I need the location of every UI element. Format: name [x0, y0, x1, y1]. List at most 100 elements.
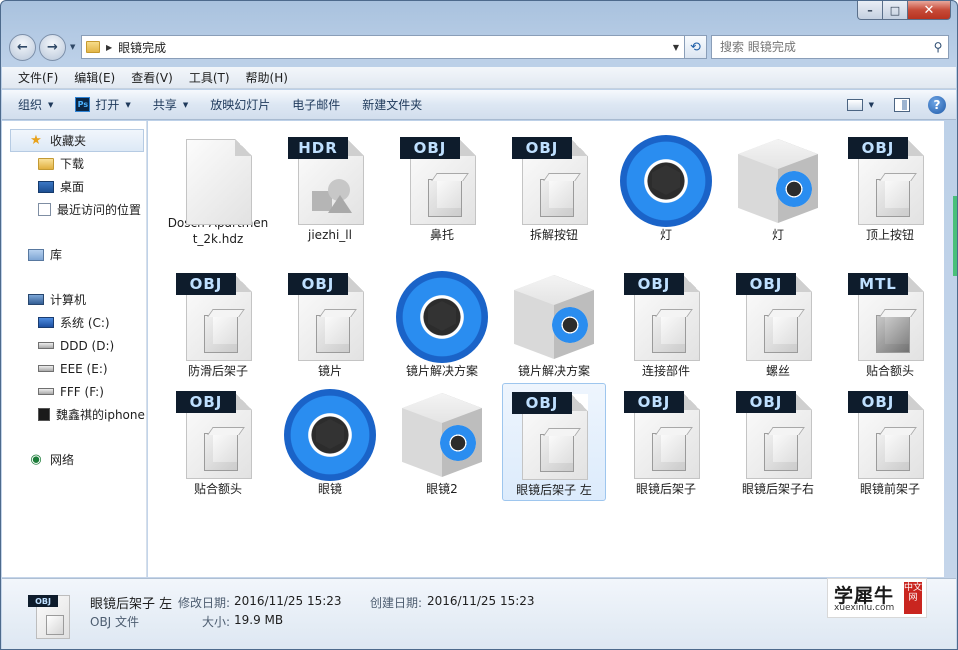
file-item[interactable]: 眼镜2: [390, 383, 494, 501]
sidebar-item-drive-d[interactable]: DDD (D:): [2, 334, 146, 357]
file-item[interactable]: OBJ 螺丝: [726, 265, 830, 383]
refresh-button[interactable]: ⟲: [685, 35, 707, 59]
file-name: 眼镜后架子: [635, 482, 696, 496]
file-name: 眼镜2: [426, 482, 458, 496]
file-item[interactable]: OBJ 眼镜后架子 左: [502, 383, 606, 501]
file-type-badge: OBJ: [624, 391, 684, 413]
sidebar-item-recent[interactable]: 最近访问的位置: [2, 198, 146, 221]
file-item[interactable]: 灯: [726, 129, 830, 247]
help-icon[interactable]: ?: [928, 96, 946, 114]
file-item[interactable]: 灯: [614, 129, 718, 247]
file-item[interactable]: OBJ 防滑后架子: [166, 265, 270, 383]
sidebar-item-label: 桌面: [60, 180, 85, 194]
system-drive-icon: [38, 317, 54, 328]
file-item[interactable]: Dosch-Apartment_2k.hdz: [166, 129, 270, 247]
obj-file-icon: OBJ: [170, 269, 266, 365]
recent-pages-dropdown[interactable]: ▼: [70, 43, 75, 51]
maximize-icon: □: [889, 3, 901, 17]
forward-button[interactable]: →: [39, 34, 66, 61]
sidebar-item-desktop[interactable]: 桌面: [2, 175, 146, 198]
organize-label: 组织: [18, 98, 43, 112]
file-item[interactable]: OBJ 贴合额头: [166, 383, 270, 501]
recent-places-icon: [38, 203, 51, 216]
search-box[interactable]: ⚲: [711, 35, 949, 59]
back-button[interactable]: ←: [9, 34, 36, 61]
chevron-down-icon[interactable]: ▼: [869, 101, 874, 109]
sidebar-item-downloads[interactable]: 下载: [2, 152, 146, 175]
file-item[interactable]: OBJ 眼镜后架子右: [726, 383, 830, 501]
sidebar-item-favorites[interactable]: ★ 收藏夹: [10, 129, 144, 152]
sidebar-item-iphone[interactable]: 魏鑫祺的iphone: [2, 403, 146, 426]
menu-file[interactable]: 文件(F): [10, 69, 66, 86]
file-item[interactable]: OBJ 镜片: [278, 265, 382, 383]
open-label: 打开: [95, 98, 120, 112]
search-input[interactable]: [718, 39, 928, 55]
scrollbar-edge: [953, 196, 957, 276]
file-name: 镜片解决方案: [517, 364, 590, 378]
breadcrumb-arrow-icon[interactable]: ▶: [106, 43, 112, 52]
organize-button[interactable]: 组织 ▼: [18, 96, 53, 113]
open-button[interactable]: Ps 打开 ▼: [75, 96, 131, 113]
view-options-icon[interactable]: [846, 99, 863, 111]
new-folder-button[interactable]: 新建文件夹: [362, 96, 422, 113]
file-name: 拆解按钮: [529, 228, 578, 242]
hard-drive-icon: [38, 388, 54, 395]
sidebar-item-label: 收藏夹: [50, 134, 87, 148]
sidebar-item-drive-f[interactable]: FFF (F:): [2, 380, 146, 403]
breadcrumb-current[interactable]: 眼镜完成: [118, 39, 668, 56]
file-name: 防滑后架子: [187, 364, 248, 378]
file-name: jiezhi_ll: [308, 228, 352, 242]
file-item[interactable]: OBJ 眼镜前架子: [838, 383, 942, 501]
file-item[interactable]: 眼镜: [278, 383, 382, 501]
obj-file-icon: OBJ: [394, 133, 490, 229]
file-type-badge: OBJ: [176, 273, 236, 295]
folder-icon: [86, 41, 100, 53]
sidebar-item-computer[interactable]: 计算机: [2, 288, 146, 311]
obj-file-icon: OBJ: [618, 387, 714, 483]
maximize-button[interactable]: □: [883, 1, 908, 20]
file-type-badge: OBJ: [176, 391, 236, 413]
menu-view[interactable]: 查看(V): [123, 69, 181, 86]
file-name: 连接部件: [641, 364, 690, 378]
file-item[interactable]: 镜片解决方案: [502, 265, 606, 383]
share-button[interactable]: 共享 ▼: [153, 96, 188, 113]
sidebar-item-libraries[interactable]: 库: [2, 243, 146, 266]
command-bar: 组织 ▼ Ps 打开 ▼ 共享 ▼ 放映幻灯片 电子邮件 新建文件夹 ▼ ?: [2, 90, 956, 120]
search-icon[interactable]: ⚲: [928, 40, 948, 54]
title-bar: – □ ✕: [1, 1, 957, 29]
menu-edit[interactable]: 编辑(E): [66, 69, 123, 86]
file-item[interactable]: OBJ 顶上按钮: [838, 129, 942, 247]
menu-help[interactable]: 帮助(H): [238, 69, 296, 86]
file-item[interactable]: OBJ 鼻托: [390, 129, 494, 247]
address-bar[interactable]: ▶ 眼镜完成 ▼: [81, 35, 685, 59]
watermark-logo: 学犀牛 xuexiniu.com 中文网: [827, 578, 927, 618]
close-button[interactable]: ✕: [908, 1, 951, 20]
file-item[interactable]: OBJ 拆解按钮: [502, 129, 606, 247]
file-item[interactable]: OBJ 眼镜后架子: [614, 383, 718, 501]
file-item[interactable]: OBJ 连接部件: [614, 265, 718, 383]
file-type-badge: OBJ: [400, 137, 460, 159]
slideshow-button[interactable]: 放映幻灯片: [210, 96, 270, 113]
sidebar-item-drive-e[interactable]: EEE (E:): [2, 357, 146, 380]
selected-file-name: 眼镜后架子 左: [90, 597, 173, 612]
address-history-dropdown[interactable]: ▼: [668, 43, 684, 52]
sidebar-item-drive-c[interactable]: 系统 (C:): [2, 311, 146, 334]
preview-pane-icon[interactable]: [894, 98, 910, 112]
share-label: 共享: [152, 98, 177, 112]
file-type-badge: OBJ: [624, 273, 684, 295]
file-item[interactable]: HDR jiezhi_ll: [278, 129, 382, 247]
computer-icon: [28, 294, 44, 305]
details-pane: OBJ 眼镜后架子 左 OBJ 文件 修改日期: 2016/11/25 15:2…: [2, 578, 956, 649]
sidebar-item-label: 系统 (C:): [60, 316, 110, 330]
menu-tools[interactable]: 工具(T): [181, 69, 238, 86]
network-icon: ◉: [30, 452, 42, 467]
obj-file-icon: OBJ: [842, 387, 938, 483]
size-label: 大小:: [202, 615, 231, 629]
file-type-badge: OBJ: [848, 137, 908, 159]
file-item[interactable]: MTL 贴合额头: [838, 265, 942, 383]
email-button[interactable]: 电子邮件: [292, 96, 340, 113]
file-item[interactable]: 镜片解决方案: [390, 265, 494, 383]
sidebar-item-network[interactable]: ◉ 网络: [2, 448, 146, 471]
minimize-button[interactable]: –: [857, 1, 883, 20]
slideshow-label: 放映幻灯片: [210, 98, 271, 112]
